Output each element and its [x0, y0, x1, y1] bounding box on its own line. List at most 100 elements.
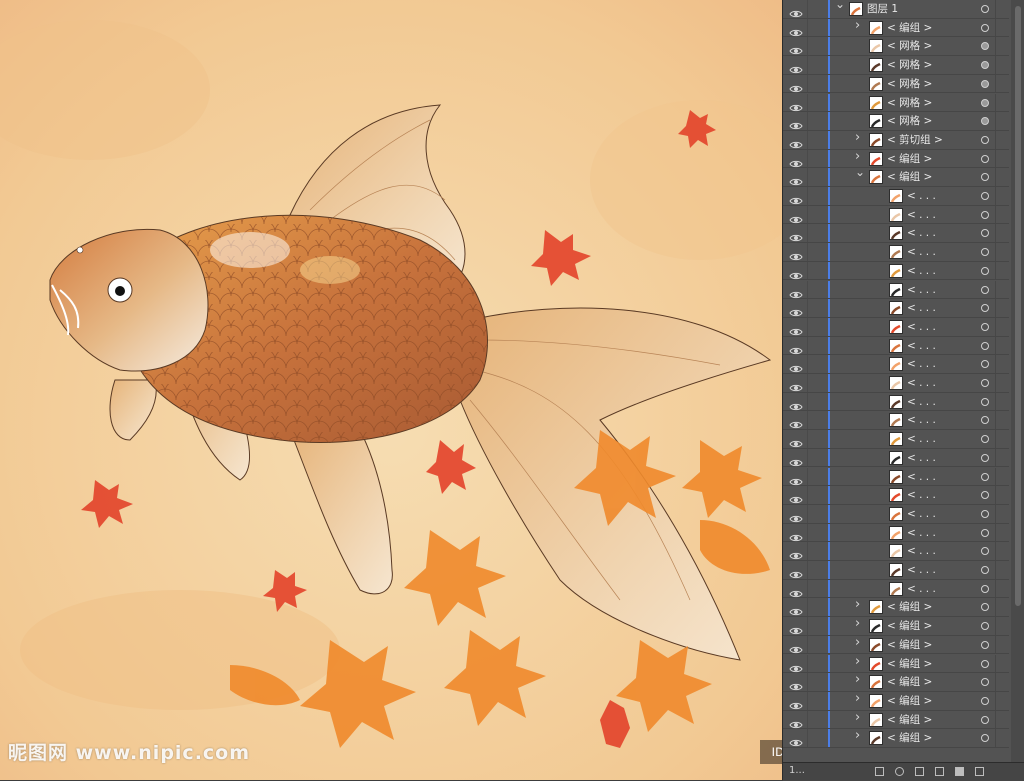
- lock-toggle[interactable]: [807, 467, 808, 486]
- selection-column[interactable]: [995, 37, 996, 56]
- layer-row[interactable]: < . . .: [783, 261, 1009, 281]
- lock-toggle[interactable]: [807, 673, 808, 691]
- target-circle-icon[interactable]: [981, 640, 989, 649]
- visibility-eye-icon[interactable]: [789, 397, 803, 410]
- layer-row[interactable]: › < 编组 >: [783, 635, 1009, 655]
- target-circle-icon[interactable]: [981, 453, 989, 462]
- selection-column[interactable]: [995, 336, 996, 355]
- layer-row[interactable]: › < 编组 >: [783, 18, 1009, 38]
- visibility-eye-icon[interactable]: [789, 154, 803, 167]
- selection-column[interactable]: [995, 355, 996, 373]
- visibility-eye-icon[interactable]: [789, 228, 803, 242]
- lock-toggle[interactable]: [807, 448, 808, 467]
- expand-arrow-icon[interactable]: ›: [855, 131, 860, 144]
- expand-arrow-icon[interactable]: ›: [855, 729, 860, 742]
- layer-row[interactable]: < . . .: [783, 542, 1009, 561]
- layer-row[interactable]: < . . .: [783, 336, 1009, 356]
- lock-toggle[interactable]: [807, 523, 808, 542]
- selection-column[interactable]: [995, 673, 996, 691]
- visibility-eye-icon[interactable]: [789, 359, 803, 373]
- lock-toggle[interactable]: [807, 635, 808, 654]
- layer-row[interactable]: < 网格 >: [783, 37, 1009, 57]
- target-circle-icon[interactable]: [981, 547, 989, 556]
- selection-column[interactable]: [995, 635, 996, 654]
- lock-toggle[interactable]: [807, 598, 808, 617]
- expand-arrow-icon[interactable]: ›: [855, 673, 860, 686]
- collect-export-icon[interactable]: [875, 767, 884, 776]
- target-circle-icon[interactable]: [981, 135, 989, 144]
- layer-row[interactable]: < . . .: [783, 280, 1009, 300]
- layer-row[interactable]: < 网格 >: [783, 93, 1009, 113]
- target-circle-icon[interactable]: [981, 5, 989, 13]
- visibility-eye-icon[interactable]: [789, 210, 803, 223]
- target-circle-icon[interactable]: [981, 397, 989, 406]
- target-circle-icon[interactable]: [981, 472, 989, 481]
- lock-toggle[interactable]: [807, 93, 808, 112]
- visibility-eye-icon[interactable]: [789, 715, 803, 728]
- layer-row[interactable]: < . . .: [783, 561, 1009, 580]
- selection-column[interactable]: [995, 729, 996, 747]
- layer-row[interactable]: < . . .: [783, 224, 1009, 244]
- selection-column[interactable]: [995, 299, 996, 317]
- lock-toggle[interactable]: [807, 579, 808, 598]
- lock-toggle[interactable]: [807, 374, 808, 392]
- collapse-arrow-icon[interactable]: ⌄: [835, 0, 845, 10]
- selection-column[interactable]: [995, 504, 996, 523]
- expand-arrow-icon[interactable]: ›: [855, 692, 860, 705]
- target-circle-icon[interactable]: [981, 266, 989, 275]
- selection-column[interactable]: [995, 654, 996, 673]
- target-circle-icon[interactable]: [981, 696, 989, 705]
- visibility-eye-icon[interactable]: [789, 733, 803, 747]
- lock-toggle[interactable]: [807, 168, 808, 186]
- visibility-eye-icon[interactable]: [789, 191, 803, 205]
- layer-row[interactable]: < 网格 >: [783, 56, 1009, 75]
- lock-toggle[interactable]: [807, 654, 808, 673]
- layer-row[interactable]: › < 编组 >: [783, 710, 1009, 730]
- lock-toggle[interactable]: [807, 18, 808, 37]
- layer-row[interactable]: › < 编组 >: [783, 149, 1009, 169]
- layer-row[interactable]: < . . .: [783, 430, 1009, 449]
- selection-column[interactable]: [995, 374, 996, 392]
- layer-row[interactable]: < . . .: [783, 355, 1009, 374]
- collapse-arrow-icon[interactable]: ⌄: [855, 166, 865, 178]
- layer-row[interactable]: < . . .: [783, 243, 1009, 262]
- visibility-eye-icon[interactable]: [789, 602, 803, 616]
- visibility-eye-icon[interactable]: [789, 41, 803, 55]
- expand-arrow-icon[interactable]: ›: [855, 711, 860, 724]
- lock-toggle[interactable]: [807, 224, 808, 243]
- lock-toggle[interactable]: [807, 261, 808, 280]
- visibility-eye-icon[interactable]: [789, 4, 803, 18]
- visibility-eye-icon[interactable]: [789, 23, 803, 36]
- visibility-eye-icon[interactable]: [789, 490, 803, 504]
- target-circle-icon[interactable]: [981, 210, 989, 219]
- visibility-eye-icon[interactable]: [789, 341, 803, 354]
- layer-row[interactable]: < . . .: [783, 523, 1009, 543]
- make-clipping-mask-icon[interactable]: [915, 767, 924, 776]
- visibility-eye-icon[interactable]: [789, 621, 803, 635]
- target-circle-icon[interactable]: [981, 416, 989, 425]
- visibility-eye-icon[interactable]: [789, 247, 803, 261]
- selection-column[interactable]: [995, 112, 996, 130]
- selection-column[interactable]: [995, 448, 996, 467]
- layer-row[interactable]: < 网格 >: [783, 112, 1009, 131]
- expand-arrow-icon[interactable]: ›: [855, 598, 860, 611]
- lock-toggle[interactable]: [807, 243, 808, 261]
- layer-row[interactable]: < . . .: [783, 392, 1009, 412]
- selection-column[interactable]: [995, 486, 996, 504]
- layer-row[interactable]: ⌄ < 编组 >: [783, 166, 1009, 187]
- target-circle-icon[interactable]: [981, 659, 989, 668]
- layer-row[interactable]: › < 编组 >: [783, 598, 1009, 618]
- lock-toggle[interactable]: [807, 617, 808, 635]
- selection-column[interactable]: [995, 392, 996, 411]
- lock-toggle[interactable]: [807, 0, 808, 18]
- layer-row[interactable]: < . . .: [783, 467, 1009, 487]
- selection-column[interactable]: [995, 561, 996, 579]
- target-circle-icon[interactable]: [981, 734, 989, 743]
- target-circle-icon[interactable]: [981, 379, 989, 387]
- layer-row[interactable]: < . . .: [783, 299, 1009, 318]
- target-circle-icon[interactable]: [981, 584, 989, 593]
- visibility-eye-icon[interactable]: [789, 528, 803, 541]
- expand-arrow-icon[interactable]: ›: [855, 617, 860, 630]
- visibility-eye-icon[interactable]: [789, 677, 803, 691]
- target-circle-icon[interactable]: [981, 154, 989, 163]
